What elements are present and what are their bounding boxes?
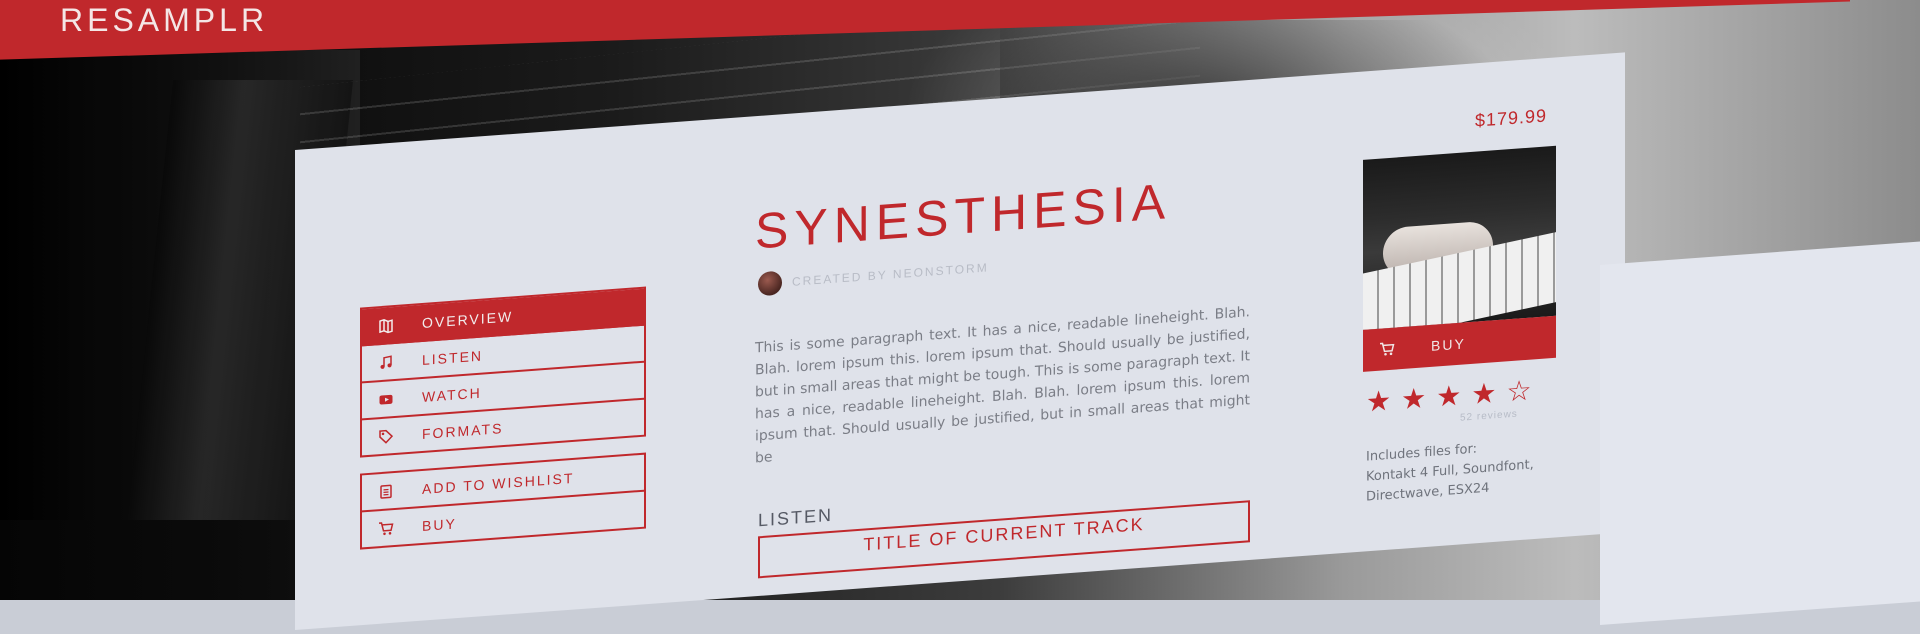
buy-label: BUY: [422, 514, 457, 534]
nav-item-label: LISTEN: [422, 347, 484, 368]
product-image: [1363, 145, 1556, 330]
music-note-icon: [378, 354, 394, 371]
product-nav: OVERVIEW LISTEN WATCH FORMATS: [360, 286, 646, 458]
star-icon: ★: [1366, 384, 1392, 418]
buy-button-label: BUY: [1431, 335, 1466, 354]
avatar: [758, 270, 782, 297]
wishlist-label: ADD TO WISHLIST: [422, 469, 575, 497]
cart-icon: [378, 520, 394, 537]
youtube-play-icon: [378, 391, 394, 408]
listen-section-heading: LISTEN: [758, 504, 834, 531]
clipboard-list-icon: [378, 483, 394, 500]
product-actions: ADD TO WISHLIST BUY: [360, 452, 646, 550]
nav-item-label: WATCH: [422, 384, 482, 405]
current-track-title: TITLE OF CURRENT TRACK: [863, 513, 1145, 555]
star-icon: ★: [1401, 382, 1427, 416]
product-description: This is some paragraph text. It has a ni…: [755, 304, 1250, 467]
creator-text: CREATED BY NEONSTORM: [792, 260, 989, 289]
product-title: SYNESTHESIA: [755, 172, 1172, 260]
star-icon: ★: [1436, 379, 1462, 413]
nav-item-label: FORMATS: [422, 419, 504, 442]
map-icon: [378, 317, 394, 334]
creator-line[interactable]: CREATED BY NEONSTORM: [758, 255, 989, 297]
tag-icon: [378, 428, 394, 445]
product-price: $179.99: [1475, 105, 1548, 131]
nav-item-label: OVERVIEW: [422, 307, 514, 331]
star-outline-icon: ☆: [1506, 374, 1532, 408]
cart-icon: [1379, 341, 1395, 358]
star-icon: ★: [1471, 377, 1497, 410]
